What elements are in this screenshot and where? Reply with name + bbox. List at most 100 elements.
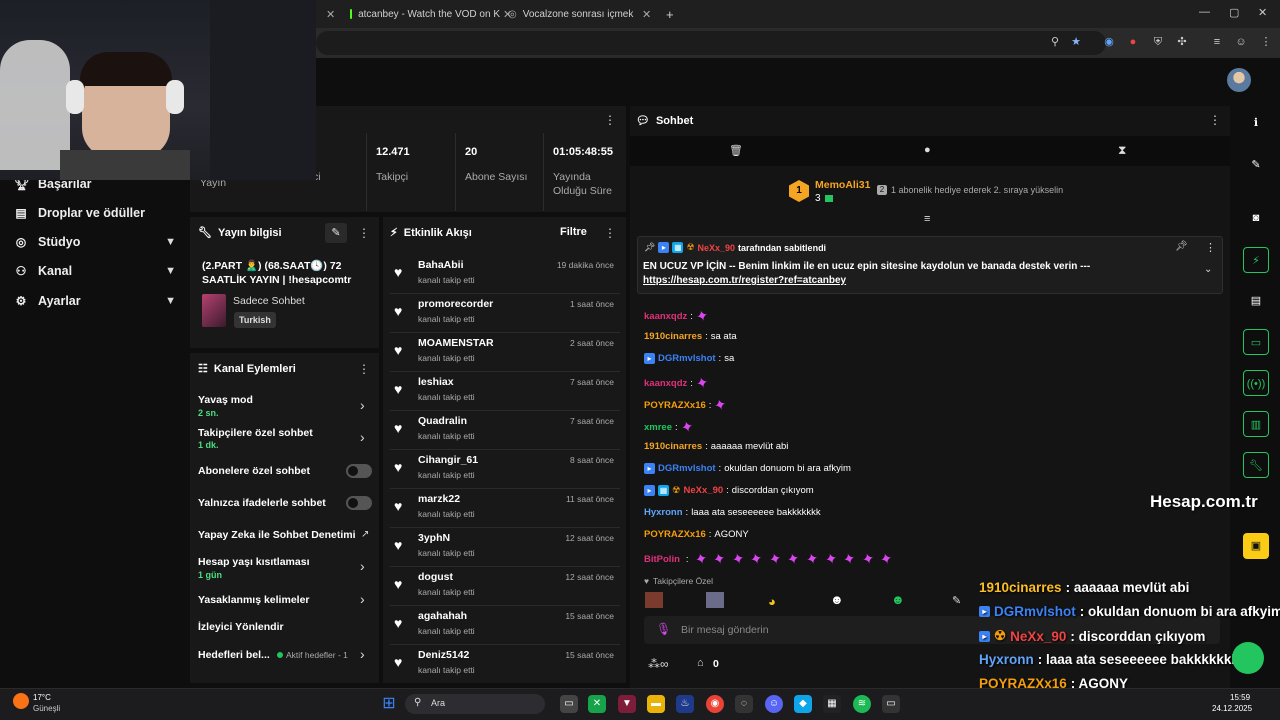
chat-username[interactable]: NeXx_90 xyxy=(684,485,724,496)
event-user[interactable]: leshiax xyxy=(418,376,454,388)
chevron-right-icon[interactable]: › xyxy=(360,558,365,574)
chat-username[interactable]: xmree xyxy=(644,422,672,433)
xbox-icon[interactable]: ✕ xyxy=(588,695,606,713)
app-icon[interactable]: ▦ xyxy=(823,695,841,713)
tab-vocalzone[interactable]: ◎ Vocalzone sonrası içmek xyxy=(508,4,648,24)
external-link-icon[interactable]: ↗ xyxy=(361,529,369,540)
account-age-label[interactable]: Hesap yaşı kısıtlaması xyxy=(198,556,310,568)
minimize-icon[interactable]: — xyxy=(1199,6,1210,18)
collapse-icon[interactable]: ≡ xyxy=(924,213,930,225)
sidebar-item-settings[interactable]: ⚙ Ayarlar ▼ xyxy=(14,290,176,312)
sidebar-item-studio[interactable]: ◎ Stüdyo ▼ xyxy=(14,231,176,253)
event-user[interactable]: BahaAbii xyxy=(418,259,464,271)
filter-button[interactable]: Filtre xyxy=(560,226,587,238)
event-user[interactable]: promorecorder xyxy=(418,298,493,310)
goals-label[interactable]: Hedefleri bel... xyxy=(198,649,270,661)
app-icon[interactable]: ◌ xyxy=(735,695,753,713)
weather-temp[interactable]: 17°C xyxy=(33,693,51,702)
steam-icon[interactable]: ♨ xyxy=(676,695,694,713)
more-options-icon[interactable]: ⋮ xyxy=(604,226,616,240)
chat-username[interactable]: kaanxqdz xyxy=(644,378,687,389)
emote-icon[interactable] xyxy=(645,592,663,608)
event-user[interactable]: agahahah xyxy=(418,610,467,622)
followers-only-label[interactable]: Takipçilere özel sohbet xyxy=(198,427,313,439)
event-user[interactable]: marzk22 xyxy=(418,493,460,505)
pinned-link[interactable]: https://hesap.com.tr/register?ref=atcanb… xyxy=(643,275,846,286)
event-user[interactable]: 3yphN xyxy=(418,532,450,544)
media-icon[interactable]: ≡ xyxy=(1209,34,1225,50)
app-icon[interactable]: ◆ xyxy=(794,695,812,713)
points-icon[interactable]: ⁂∞ xyxy=(648,657,669,671)
wrench-icon[interactable]: 🔧︎ xyxy=(1243,452,1269,478)
menu-icon[interactable]: ⋮ xyxy=(1258,34,1274,50)
task-view-icon[interactable]: ▭ xyxy=(560,695,578,713)
event-user[interactable]: Deniz5142 xyxy=(418,649,469,661)
close-tab-icon[interactable]: ✕ xyxy=(642,4,651,24)
chat-username[interactable]: POYRAZXx16 xyxy=(644,400,706,411)
taskbar-search[interactable] xyxy=(405,694,545,714)
emote-icon[interactable] xyxy=(706,592,724,608)
discord-icon[interactable]: ☺ xyxy=(765,695,783,713)
banned-words-label[interactable]: Yasaklanmış kelimeler xyxy=(198,594,310,606)
emote-icon[interactable]: ☻ xyxy=(830,592,844,607)
chat-username[interactable]: 1910cinarres xyxy=(644,441,702,452)
hourglass-icon[interactable]: ⧗ xyxy=(1118,143,1126,158)
pencil-icon[interactable]: ✎ xyxy=(1243,152,1269,178)
extension-icon[interactable]: ● xyxy=(1125,34,1141,50)
top-gifter-name[interactable]: MemoAli31 xyxy=(815,179,870,191)
emote-icon[interactable]: ✎ xyxy=(952,594,961,607)
more-options-icon[interactable]: ⋮ xyxy=(1205,241,1216,254)
puzzle-icon[interactable]: ✣ xyxy=(1174,34,1190,50)
maximize-icon[interactable]: ▢ xyxy=(1229,6,1239,19)
trash-icon[interactable]: 🗑︎ xyxy=(729,144,743,157)
close-window-icon[interactable]: ✕ xyxy=(1258,6,1267,19)
clock-time[interactable]: 15:59 xyxy=(1230,693,1250,702)
chat-input-placeholder[interactable]: Bir mesaj gönderin xyxy=(681,624,769,636)
app-icon[interactable]: ▣ xyxy=(1243,533,1269,559)
event-user[interactable]: Quadralin xyxy=(418,415,467,427)
ai-moderation-label[interactable]: Yapay Zeka ile Sohbet Denetimi xyxy=(198,529,356,541)
app-icon[interactable]: ▼ xyxy=(618,695,636,713)
extension-icon[interactable]: ◉ xyxy=(1101,34,1117,50)
lightning-icon[interactable]: ⚡︎ xyxy=(1243,247,1269,273)
avatar[interactable] xyxy=(1227,68,1251,92)
weather-icon[interactable] xyxy=(13,693,29,709)
weather-desc[interactable]: Güneşli xyxy=(33,704,60,713)
emote-only-toggle[interactable] xyxy=(346,496,372,510)
layout-icon[interactable]: ▥ xyxy=(1243,411,1269,437)
windows-start-icon[interactable]: ⊞ xyxy=(380,695,398,713)
chevron-right-icon[interactable]: › xyxy=(360,646,365,662)
stream-category[interactable]: Sadece Sohbet xyxy=(233,295,305,307)
host-label[interactable]: İzleyici Yönlendir xyxy=(198,621,284,633)
chat-username[interactable]: BitPolin xyxy=(644,554,680,565)
chat-username[interactable]: DGRmvlshot xyxy=(658,353,716,364)
clock-date[interactable]: 24.12.2025 xyxy=(1212,704,1252,713)
new-tab-button[interactable]: + xyxy=(666,4,674,24)
slow-mode-label[interactable]: Yavaş mod xyxy=(198,394,253,406)
app-icon[interactable]: ▭ xyxy=(882,695,900,713)
shield-icon[interactable]: ⛨ xyxy=(1150,34,1166,50)
subscribers-only-toggle[interactable] xyxy=(346,464,372,478)
broadcast-icon[interactable]: ((•)) xyxy=(1243,370,1269,396)
chevron-right-icon[interactable]: › xyxy=(360,397,365,413)
url-bar[interactable] xyxy=(316,31,1106,55)
chrome-icon[interactable]: ◉ xyxy=(706,695,724,713)
edit-icon[interactable]: ✎ xyxy=(325,223,347,243)
chat-username[interactable]: DGRmvlshot xyxy=(658,463,716,474)
chat-username[interactable]: POYRAZXx16 xyxy=(644,529,706,540)
close-tab-icon[interactable]: ✕ xyxy=(326,4,335,24)
more-options-icon[interactable]: ⋮ xyxy=(358,362,370,376)
camera-icon[interactable]: ◙ xyxy=(1243,205,1269,231)
event-user[interactable]: dogust xyxy=(418,571,453,583)
pinned-user[interactable]: NeXx_90 xyxy=(698,243,736,253)
bookmark-star-icon[interactable]: ★ xyxy=(1068,34,1084,50)
emote-icon[interactable]: ☻ xyxy=(891,592,905,607)
chat-username[interactable]: Hyxronn xyxy=(644,507,683,518)
chat-username[interactable]: 1910cinarres xyxy=(644,331,702,342)
profile-icon[interactable]: ☺ xyxy=(1233,34,1249,50)
sidebar-item-drops[interactable]: ▤ Droplar ve ödüller xyxy=(14,202,176,224)
folder-icon[interactable]: ▬ xyxy=(647,695,665,713)
chevron-right-icon[interactable]: › xyxy=(360,429,365,445)
chat-bubble-icon[interactable]: ● xyxy=(924,144,931,156)
spotify-icon[interactable]: ≋ xyxy=(853,695,871,713)
